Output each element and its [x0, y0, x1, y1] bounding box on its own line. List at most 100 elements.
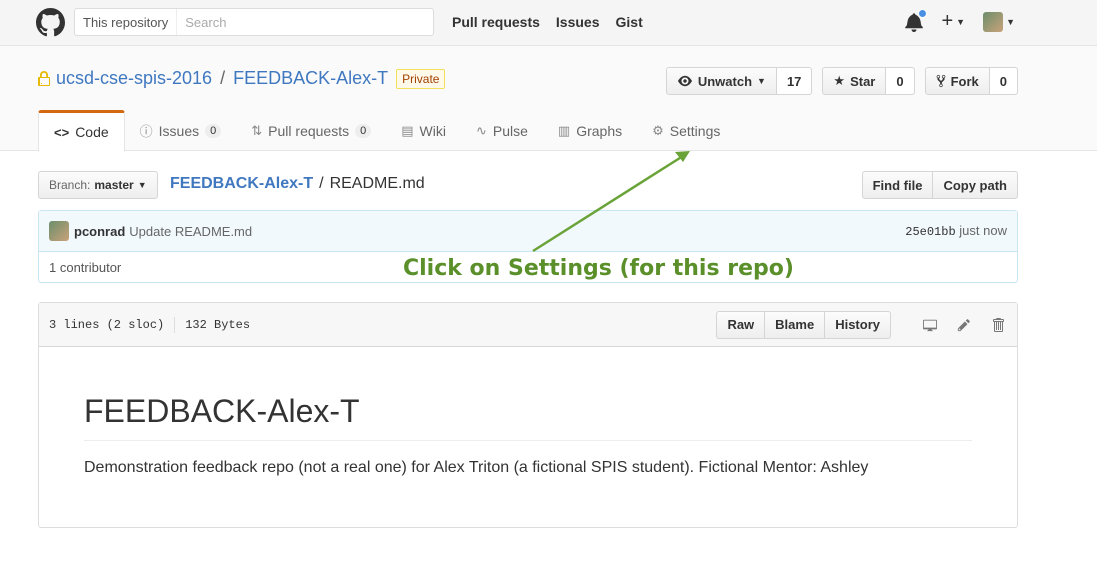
eye-icon [677, 75, 692, 87]
search-box: This repository [74, 8, 434, 36]
book-icon: ▤ [401, 122, 414, 138]
pencil-icon[interactable] [955, 316, 973, 334]
notification-bell-icon[interactable] [905, 8, 928, 32]
graph-icon: ▥ [557, 122, 571, 138]
repo-owner-link[interactable]: ucsd-cse-spis-2016 [56, 68, 212, 89]
top-header: This repository Pull requests Issues Gis… [0, 0, 1097, 46]
tab-issues[interactable]: ⓘ Issues 0 [125, 110, 237, 151]
blame-button[interactable]: Blame [765, 310, 826, 339]
trash-icon[interactable] [989, 316, 1007, 334]
commit-author-avatar[interactable] [49, 221, 69, 241]
star-label: Star [850, 73, 876, 89]
tab-label: Code [75, 124, 109, 140]
nav-issues[interactable]: Issues [556, 14, 600, 30]
repo-name-link[interactable]: FEEDBACK-Alex-T [233, 68, 388, 89]
commit-author[interactable]: pconrad [74, 224, 125, 239]
plus-icon: + [941, 10, 954, 32]
tab-pulse[interactable]: ∿ Pulse [461, 110, 543, 151]
pull-requests-counter: 0 [355, 123, 372, 138]
caret-down-icon: ▼ [757, 76, 766, 86]
divider [174, 316, 176, 333]
fork-button[interactable]: Fork [924, 67, 990, 95]
caret-down-icon: ▼ [1006, 16, 1015, 27]
breadcrumb-repo-link[interactable]: FEEDBACK-Alex-T [170, 175, 313, 193]
raw-button[interactable]: Raw [716, 310, 766, 339]
tab-label: Pulse [492, 122, 528, 139]
github-logo-icon[interactable] [36, 8, 65, 37]
commit-meta: 25e01bb just now [905, 223, 1007, 239]
gear-icon: ⚙ [652, 122, 664, 138]
header-right: + ▼ ▼ [905, 8, 1015, 33]
history-button[interactable]: History [825, 310, 891, 339]
tab-label: Wiki [419, 122, 446, 139]
forks-count[interactable]: 0 [989, 67, 1018, 95]
branch-select-button[interactable]: Branch: master ▼ [38, 171, 158, 199]
file-viewer: 3 lines (2 sloc) 132 Bytes Raw Blame Hist… [38, 302, 1018, 528]
copy-path-button[interactable]: Copy path [933, 171, 1018, 199]
nav-pull-requests[interactable]: Pull requests [452, 14, 540, 30]
unwatch-label: Unwatch [697, 73, 753, 89]
breadcrumb-separator: / [319, 175, 324, 192]
commit-time: just now [959, 223, 1007, 238]
contributors-count[interactable]: 1 contributor [49, 260, 121, 275]
pulse-icon: ∿ [475, 122, 487, 138]
path-separator: / [220, 68, 226, 88]
notification-dot [918, 8, 928, 18]
user-menu-dropdown[interactable]: ▼ [983, 11, 1015, 32]
commit-sha[interactable]: 25e01bb [905, 225, 955, 239]
readme-content: FEEDBACK-Alex-T Demonstration feedback r… [39, 347, 1017, 523]
stars-count[interactable]: 0 [886, 67, 915, 95]
repo-title: ucsd-cse-spis-2016 / FEEDBACK-Alex-T Pri… [38, 68, 446, 89]
fork-icon [936, 74, 945, 88]
caret-down-icon: ▼ [956, 16, 966, 27]
tab-graphs[interactable]: ▥ Graphs [543, 110, 637, 151]
readme-heading: FEEDBACK-Alex-T [84, 393, 972, 441]
tab-code[interactable]: <> Code [38, 110, 125, 152]
find-file-button[interactable]: Find file [861, 171, 934, 199]
search-input[interactable] [177, 9, 433, 35]
create-new-dropdown[interactable]: + ▼ [941, 10, 965, 33]
file-nav-actions: Find file Copy path [861, 171, 1018, 199]
repo-head: ucsd-cse-spis-2016 / FEEDBACK-Alex-T Pri… [0, 46, 1097, 152]
issue-icon: ⓘ [139, 124, 153, 139]
tab-wiki[interactable]: ▤ Wiki [386, 110, 461, 151]
unwatch-button[interactable]: Unwatch ▼ [665, 67, 777, 95]
readme-body: Demonstration feedback repo (not a real … [84, 459, 869, 476]
tab-pull-requests[interactable]: ⇅ Pull requests 0 [236, 110, 386, 151]
star-group: ★ Star 0 [822, 67, 915, 95]
desktop-icon[interactable] [921, 316, 939, 334]
file-buttons: Raw Blame History [716, 310, 1007, 339]
branch-prefix: Branch: [49, 178, 91, 192]
fork-label: Fork [950, 73, 979, 89]
user-avatar [983, 11, 1004, 32]
tab-label: Issues [158, 122, 200, 139]
pull-request-icon: ⇅ [251, 122, 263, 138]
lock-icon [38, 70, 50, 86]
caret-down-icon: ▼ [137, 180, 147, 190]
repo-actions: Unwatch ▼ 17 ★ Star 0 Fork 0 [665, 67, 1018, 95]
watchers-count[interactable]: 17 [776, 67, 813, 95]
file-lines: 3 lines (2 sloc) [49, 317, 165, 332]
breadcrumb-filename: README.md [329, 175, 425, 192]
top-nav: Pull requests Issues Gist [452, 14, 643, 30]
private-badge: Private [396, 68, 446, 89]
tab-settings[interactable]: ⚙ Settings [637, 110, 735, 151]
fork-group: Fork 0 [924, 67, 1018, 95]
branch-name: master [94, 178, 134, 192]
issues-counter: 0 [205, 123, 222, 138]
latest-commit: pconrad Update README.md 25e01bb just no… [39, 211, 1017, 252]
code-icon: <> [54, 124, 70, 140]
tab-label: Pull requests [268, 122, 350, 139]
star-icon: ★ [833, 73, 846, 88]
watch-group: Unwatch ▼ 17 [665, 67, 813, 95]
search-scope-label: This repository [75, 9, 178, 35]
file-view-buttons: Raw Blame History [716, 310, 891, 339]
repo-tabs: <> Code ⓘ Issues 0 ⇅ Pull requests 0 ▤ W… [38, 110, 735, 152]
file-header: 3 lines (2 sloc) 132 Bytes Raw Blame Hist… [39, 303, 1017, 347]
star-button[interactable]: ★ Star [822, 67, 887, 95]
file-info: 3 lines (2 sloc) 132 Bytes [49, 316, 251, 333]
breadcrumb: FEEDBACK-Alex-T / README.md [170, 175, 425, 193]
file-size: 132 Bytes [185, 317, 251, 332]
commit-message[interactable]: Update README.md [129, 224, 252, 239]
nav-gist[interactable]: Gist [616, 14, 643, 30]
